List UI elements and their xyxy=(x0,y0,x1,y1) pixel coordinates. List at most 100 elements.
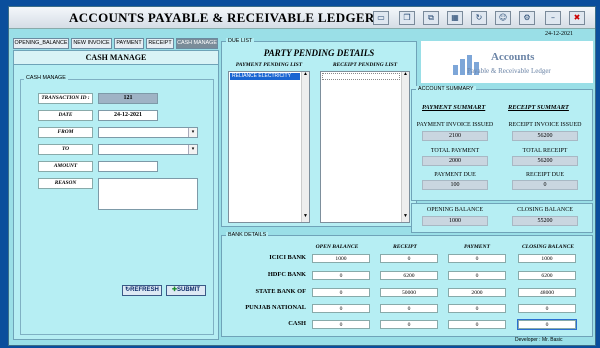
payment-invoice-value: 2100 xyxy=(422,131,488,141)
refresh-button-label: REFRESH xyxy=(130,287,159,293)
bank-cell: 0 xyxy=(312,320,370,329)
due-list-panel: DUE LIST PARTY PENDING DETAILS PAYMENT P… xyxy=(221,38,417,227)
to-select[interactable]: ▾ xyxy=(98,144,198,155)
payment-summary-header: PAYMENT SUMMART xyxy=(422,104,486,111)
refresh-button[interactable]: ↻REFRESH xyxy=(122,285,162,296)
settings-icon[interactable]: ⚙ xyxy=(519,11,535,25)
bank-cell: 6200 xyxy=(518,271,576,280)
total-payment-label: TOTAL PAYMENT xyxy=(430,148,480,154)
tab-new-invoice[interactable]: NEW INVOICE xyxy=(71,38,112,49)
bank-cell: 0 xyxy=(448,304,506,313)
opening-balance-value: 1000 xyxy=(422,216,488,226)
logo-title: Accounts xyxy=(491,51,535,63)
cash-manage-header: CASH MANAGE xyxy=(14,51,218,65)
bank-details-label: BANK DETAILS xyxy=(226,232,269,238)
bank-cell: 50000 xyxy=(380,288,438,297)
scroll-down-icon[interactable]: ▼ xyxy=(302,214,309,222)
transaction-id-field: 121 xyxy=(98,93,158,104)
scroll-up-icon[interactable]: ▲ xyxy=(402,72,409,80)
bank-cell: 0 xyxy=(380,304,438,313)
closing-balance-label: CLOSING BALANCE xyxy=(517,207,573,213)
transaction-id-label: TRANSACTION ID : xyxy=(38,93,93,104)
app-window: ACCOUNTS PAYABLE & RECEIVABLE LEDGER ▭ ❐… xyxy=(8,6,596,346)
close-icon[interactable]: ✖ xyxy=(569,11,585,25)
receipt-invoice-label: RECEIPT INVOICE ISSUED xyxy=(508,122,582,128)
refresh-icon[interactable]: ↻ xyxy=(471,11,487,25)
account-summary-panel: ACCOUNT SUMMARY PAYMENT SUMMART RECEIPT … xyxy=(411,86,593,201)
col-closing-balance: CLOSING BALANCE xyxy=(521,244,575,250)
current-date: 24-12-2021 xyxy=(545,31,573,37)
bank-cell: 0 xyxy=(312,304,370,313)
bank-details-panel: BANK DETAILS OPEN BALANCE RECEIPT PAYMEN… xyxy=(221,232,593,337)
bank-cell: 48000 xyxy=(518,288,576,297)
bank-cell: 1000 xyxy=(312,254,370,263)
col-receipt: RECEIPT xyxy=(393,244,417,250)
tab-opening-balance[interactable]: OPENING_BALANCE xyxy=(13,38,69,49)
bank-cell: 0 xyxy=(448,254,506,263)
bank-cell: 1000 xyxy=(518,254,576,263)
list-item[interactable]: RELIANCE ELECTRICITY xyxy=(230,73,300,80)
developer-credit: Developer : Mr. Basic xyxy=(515,337,563,343)
chevron-down-icon: ▾ xyxy=(188,128,197,137)
bank-cell: 0 xyxy=(448,320,506,329)
list-focus-row xyxy=(322,73,400,80)
receipt-due-value: 0 xyxy=(512,180,578,190)
minimize-icon[interactable]: – xyxy=(545,11,561,25)
spreadsheet-icon[interactable]: ▦ xyxy=(447,11,463,25)
closing-balance-value: 55200 xyxy=(512,216,578,226)
col-open-balance: OPEN BALANCE xyxy=(315,244,359,250)
copy-icon[interactable]: ⧉ xyxy=(423,11,439,25)
bank-cell: 2000 xyxy=(448,288,506,297)
receipt-due-label: RECEIPT DUE xyxy=(525,172,565,178)
layers-icon[interactable]: ❐ xyxy=(399,11,415,25)
payment-list-scrollbar[interactable]: ▲ ▼ xyxy=(301,72,309,222)
balance-panel: OPENING BALANCE CLOSING BALANCE 1000 552… xyxy=(411,203,593,233)
total-payment-value: 2000 xyxy=(422,156,488,166)
bank-cell: 0 xyxy=(380,254,438,263)
total-receipt-label: TOTAL RECEIPT xyxy=(522,148,568,154)
bank-cell: 0 xyxy=(518,304,576,313)
receipt-invoice-value: 56200 xyxy=(512,131,578,141)
payment-pending-header: PAYMENT PENDING LIST xyxy=(235,62,303,68)
payment-due-label: PAYMENT DUE xyxy=(434,172,476,178)
reason-textarea[interactable] xyxy=(98,178,198,210)
window-title: ACCOUNTS PAYABLE & RECEIVABLE LEDGER xyxy=(69,10,375,25)
bank-cell: 0 xyxy=(312,288,370,297)
bank-name-icici: ICICI BANK xyxy=(269,254,306,261)
from-select[interactable]: ▾ xyxy=(98,127,198,138)
bank-name-cash: CASH xyxy=(288,320,306,327)
bank-name-sbi: STATE BANK OF xyxy=(255,288,306,295)
app-logo: Accounts Payable & Receivable Ledger xyxy=(421,41,593,83)
submit-button[interactable]: ✚SUBMIT xyxy=(166,285,206,296)
cash-manage-panel: CASH MANAGE CASH MANAGE TRANSACTION ID :… xyxy=(13,50,219,340)
to-label: TO xyxy=(38,144,93,155)
chevron-down-icon: ▾ xyxy=(188,145,197,154)
due-list-title: PARTY PENDING DETAILS xyxy=(263,48,375,58)
amount-label: AMOUNT xyxy=(38,161,93,172)
submit-button-label: SUBMIT xyxy=(177,287,201,293)
payment-invoice-label: PAYMENT INVOICE ISSUED xyxy=(416,122,494,128)
tab-payment[interactable]: PAYMENT xyxy=(114,38,144,49)
logo-subtitle: Payable & Receivable Ledger xyxy=(467,67,551,75)
bank-cell: 0 xyxy=(517,319,577,330)
date-field[interactable]: 24-12-2021 xyxy=(98,110,158,121)
scroll-down-icon[interactable]: ▼ xyxy=(402,214,409,222)
tab-receipt[interactable]: RECEIPT xyxy=(146,38,174,49)
opening-balance-label: OPENING BALANCE xyxy=(426,207,484,213)
cash-manage-group-label: CASH MANAGE xyxy=(24,75,68,81)
reason-label: REASON xyxy=(38,178,93,189)
user-icon[interactable]: ☺ xyxy=(495,11,511,25)
scroll-up-icon[interactable]: ▲ xyxy=(302,72,309,80)
receipt-list-scrollbar[interactable]: ▲ ▼ xyxy=(401,72,409,222)
monitor-icon[interactable]: ▭ xyxy=(373,11,389,25)
payment-pending-list[interactable]: RELIANCE ELECTRICITY ▲ ▼ xyxy=(228,71,310,223)
tab-cash-manage[interactable]: CASH MANAGE xyxy=(176,38,218,49)
bank-cell: 6200 xyxy=(380,271,438,280)
bank-cell: 0 xyxy=(312,271,370,280)
account-summary-label: ACCOUNT SUMMARY xyxy=(416,86,476,92)
receipt-summary-header: RECEIPT SUMMART xyxy=(508,104,569,111)
date-label: DATE xyxy=(38,110,93,121)
amount-input[interactable] xyxy=(98,161,158,172)
receipt-pending-list[interactable]: ▲ ▼ xyxy=(320,71,410,223)
bank-cell: 0 xyxy=(448,271,506,280)
